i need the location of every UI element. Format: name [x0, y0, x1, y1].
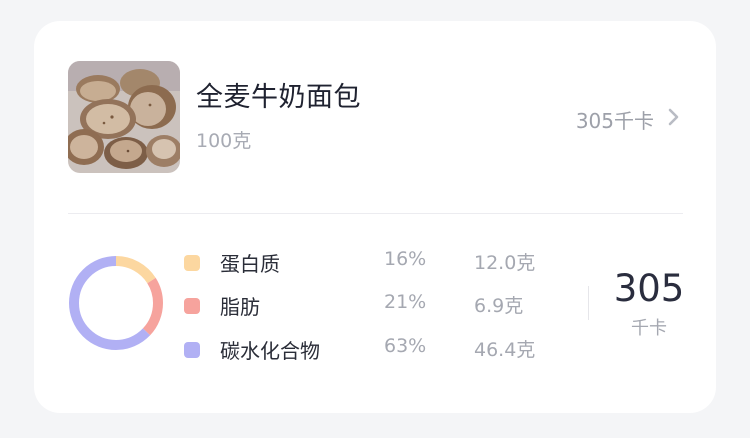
legend-dot-fat	[184, 298, 200, 314]
macro-donut-chart	[69, 256, 163, 350]
legend-dot-carbs	[184, 342, 200, 358]
total-calories-unit: 千卡	[631, 318, 667, 339]
food-calories: 305千卡	[575, 109, 654, 133]
legend-percent: 16%	[384, 248, 427, 270]
legend-grams: 6.9克	[474, 295, 524, 317]
legend-name: 碳水化合物	[220, 339, 320, 363]
food-row[interactable]: 全麦牛奶面包 100克 305千卡	[34, 21, 716, 213]
legend-item-carbs: 碳水化合物 63% 46.4克	[184, 335, 584, 365]
divider	[68, 213, 683, 214]
bread-photo-icon	[68, 61, 180, 173]
legend-grams: 12.0克	[474, 252, 536, 274]
food-name: 全麦牛奶面包	[196, 82, 361, 113]
legend-dot-protein	[184, 255, 200, 271]
chevron-right-icon[interactable]	[666, 105, 682, 129]
legend-percent: 21%	[384, 291, 427, 313]
legend-item-fat: 脂肪 21% 6.9克	[184, 291, 584, 321]
vertical-divider	[588, 286, 589, 320]
legend-percent: 63%	[384, 335, 427, 357]
total-calories: 305	[613, 267, 685, 310]
food-thumbnail	[68, 61, 180, 173]
food-amount: 100克	[196, 130, 252, 152]
legend-grams: 46.4克	[474, 339, 536, 361]
legend-name: 蛋白质	[220, 252, 280, 276]
legend-name: 脂肪	[220, 295, 260, 319]
food-card: 全麦牛奶面包 100克 305千卡 蛋白质 16% 12.0克 脂肪 21% 6…	[34, 21, 716, 413]
legend-item-protein: 蛋白质 16% 12.0克	[184, 248, 584, 278]
